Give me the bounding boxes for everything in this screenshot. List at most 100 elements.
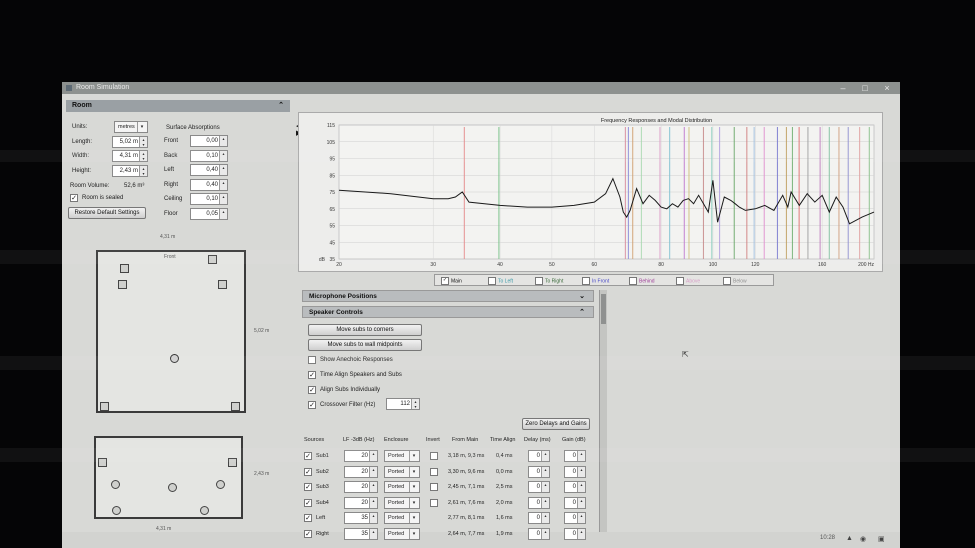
source-enabled-checkbox[interactable]: ✓	[304, 514, 312, 522]
close-icon[interactable]: ×	[876, 82, 898, 94]
crossover-field[interactable]: 112 ▴ ▾	[386, 398, 420, 410]
checkbox-icon[interactable]	[488, 277, 496, 285]
delay-spinner[interactable]: ▴	[541, 513, 549, 523]
sub-marker-side-left[interactable]	[98, 458, 107, 467]
delay-spinner[interactable]: ▴	[541, 451, 549, 461]
lf3db-field[interactable]: 20 ▴	[344, 496, 378, 509]
lf3db-spinner[interactable]: ▴	[369, 497, 377, 508]
enclosure-select[interactable]: Ported ▾	[384, 481, 420, 493]
delay-field[interactable]: 0 ▴	[528, 481, 550, 493]
delay-spinner[interactable]: ▴	[541, 497, 549, 508]
room-section-header[interactable]: Room ⌃	[66, 100, 290, 112]
delay-field[interactable]: 0 ▴	[528, 527, 550, 540]
legend-item[interactable]: Behind	[629, 277, 655, 285]
invert-checkbox[interactable]	[430, 483, 438, 491]
legend-item[interactable]: Above	[676, 277, 700, 285]
move-subs-midpoints-button[interactable]: Move subs to wall midpoints	[308, 339, 422, 351]
maximize-icon[interactable]: □	[854, 82, 876, 94]
gain-spinner[interactable]: ▴	[577, 528, 585, 539]
delay-field[interactable]: 0 ▴	[528, 512, 550, 524]
sub-side-3[interactable]	[112, 506, 121, 515]
legend-item[interactable]: ✓ Main	[441, 277, 462, 285]
crossover-spinner[interactable]: ▴ ▾	[411, 399, 419, 409]
source-enabled-checkbox[interactable]: ✓	[304, 529, 312, 538]
gain-field[interactable]: 0 ▴	[564, 527, 586, 540]
delay-spinner[interactable]: ▴	[541, 466, 549, 477]
lf3db-field[interactable]: 35 ▴	[344, 512, 378, 524]
lf3db-field[interactable]: 20 ▴	[344, 465, 378, 478]
lf3db-spinner[interactable]: ▴	[369, 482, 377, 492]
checkbox-icon[interactable]	[629, 277, 637, 285]
room-sealed-checkbox[interactable]: ✓	[70, 194, 78, 202]
width-field[interactable]: 4,31 m ▴ ▾	[112, 150, 148, 162]
speaker-side-2[interactable]	[216, 480, 225, 489]
enclosure-select[interactable]: Ported ▾	[384, 496, 420, 509]
crossover-checkbox[interactable]: ✓	[308, 401, 316, 409]
source-enabled-checkbox[interactable]: ✓	[304, 452, 312, 460]
width-spinner[interactable]: ▴ ▾	[139, 151, 147, 161]
microphone-positions-header[interactable]: Microphone Positions ⌄	[302, 290, 594, 302]
minimize-icon[interactable]: –	[832, 82, 854, 94]
absorption-spinner[interactable]: ▴	[219, 179, 227, 190]
checkbox-checked-icon[interactable]: ✓	[441, 277, 449, 285]
lf3db-field[interactable]: 20 ▴	[344, 450, 378, 462]
invert-checkbox[interactable]	[430, 498, 438, 507]
speaker-marker-top-right[interactable]	[208, 255, 217, 264]
enclosure-select[interactable]: Ported ▾	[384, 465, 420, 478]
scrollbar-thumb[interactable]	[601, 294, 606, 324]
collapse-icon[interactable]: ⌃	[278, 100, 284, 112]
enclosure-select[interactable]: Ported ▾	[384, 450, 420, 462]
absorption-spinner[interactable]: ▴	[219, 165, 227, 175]
speaker-marker-left[interactable]	[118, 280, 127, 289]
checkbox-icon[interactable]	[723, 277, 731, 285]
invert-checkbox[interactable]	[430, 467, 438, 476]
source-enabled-checkbox[interactable]: ✓	[304, 498, 312, 507]
listener-marker-icon[interactable]	[170, 354, 179, 363]
align-subs-checkbox[interactable]: ✓	[308, 386, 316, 394]
gain-field[interactable]: 0 ▴	[564, 465, 586, 478]
volume-icon[interactable]: ◉	[860, 535, 866, 543]
speaker-controls-header[interactable]: Speaker Controls ⌃	[302, 306, 594, 318]
notification-icon[interactable]: ▣	[878, 535, 885, 543]
lf3db-spinner[interactable]: ▴	[369, 513, 377, 523]
speaker-side-1[interactable]	[111, 480, 120, 489]
collapse-icon[interactable]: ⌃	[579, 307, 585, 319]
sub-marker-side-right[interactable]	[228, 458, 237, 467]
enclosure-select[interactable]: Ported ▾	[384, 527, 420, 540]
lf3db-field[interactable]: 20 ▴	[344, 481, 378, 493]
panel-scrollbar[interactable]	[599, 290, 607, 532]
listener-side-icon[interactable]	[168, 483, 177, 492]
restore-defaults-button[interactable]: Restore Default Settings	[68, 207, 146, 219]
move-subs-corners-button[interactable]: Move subs to corners	[308, 324, 422, 336]
legend-item[interactable]: In Front	[582, 277, 609, 285]
speaker-marker-right[interactable]	[218, 280, 227, 289]
gain-field[interactable]: 0 ▴	[564, 496, 586, 509]
delay-field[interactable]: 0 ▴	[528, 465, 550, 478]
show-anechoic-checkbox[interactable]	[308, 356, 316, 364]
gain-spinner[interactable]: ▴	[577, 451, 585, 461]
absorption-field[interactable]: 0,40 ▴	[190, 178, 228, 191]
expand-icon[interactable]: ⌄	[579, 291, 585, 303]
lf3db-spinner[interactable]: ▴	[369, 528, 377, 539]
speaker-marker-top-left[interactable]	[120, 264, 129, 273]
delay-spinner[interactable]: ▴	[541, 482, 549, 492]
lf3db-field[interactable]: 35 ▴	[344, 527, 378, 540]
checkbox-icon[interactable]	[535, 277, 543, 285]
network-icon[interactable]: ▲	[846, 535, 853, 542]
absorption-spinner[interactable]: ▴	[219, 136, 227, 146]
time-align-checkbox[interactable]: ✓	[308, 371, 316, 379]
gain-field[interactable]: 0 ▴	[564, 512, 586, 524]
enclosure-select[interactable]: Ported ▾	[384, 512, 420, 524]
gain-field[interactable]: 0 ▴	[564, 481, 586, 493]
legend-item[interactable]: To Left	[488, 277, 513, 285]
checkbox-icon[interactable]	[582, 277, 590, 285]
absorption-field[interactable]: 0,05 ▴	[190, 207, 228, 220]
gain-spinner[interactable]: ▴	[577, 497, 585, 508]
height-spinner[interactable]: ▴ ▾	[139, 166, 147, 176]
sub-side-4[interactable]	[200, 506, 209, 515]
gain-spinner[interactable]: ▴	[577, 513, 585, 523]
gain-spinner[interactable]: ▴	[577, 466, 585, 477]
lf3db-spinner[interactable]: ▴	[369, 466, 377, 477]
absorption-spinner[interactable]: ▴	[219, 150, 227, 161]
legend-item[interactable]: Below	[723, 277, 747, 285]
